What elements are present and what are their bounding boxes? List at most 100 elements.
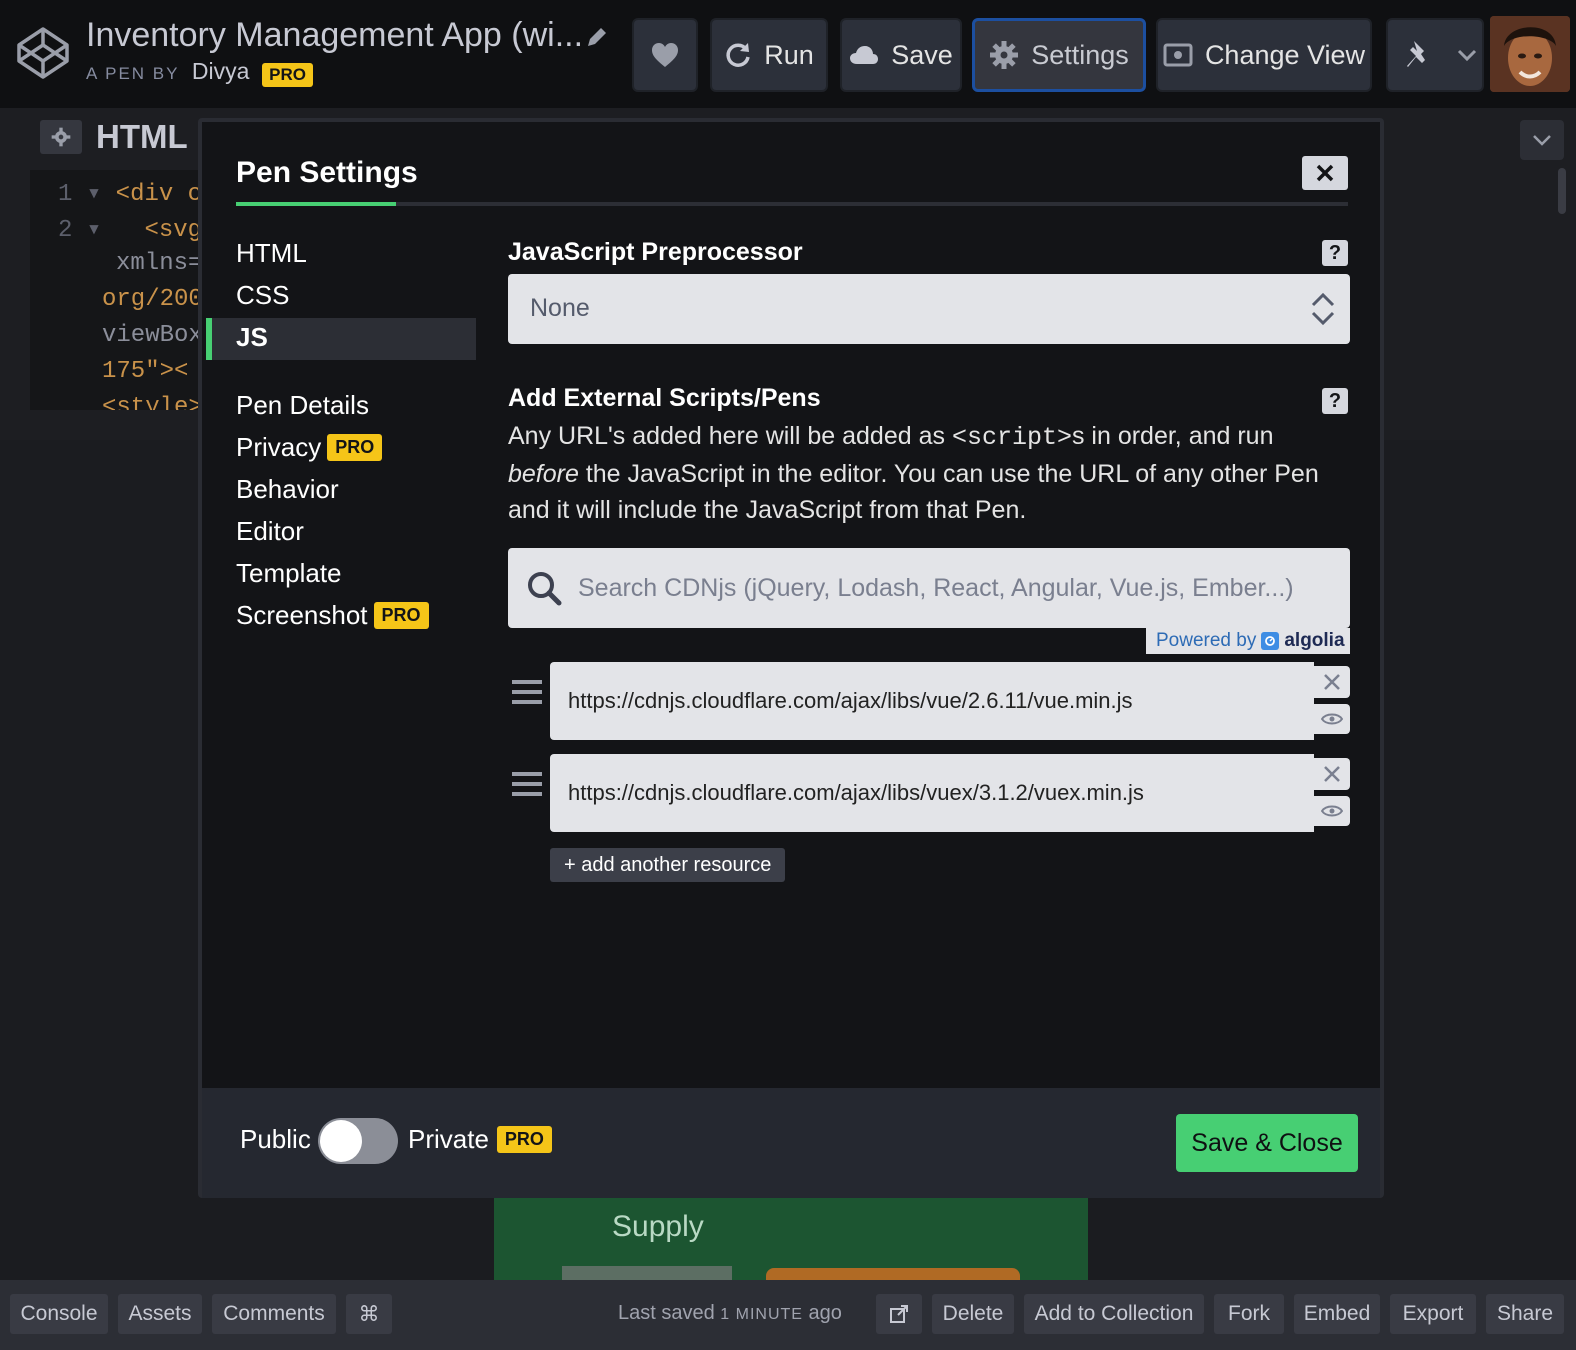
comments-button[interactable]: Comments xyxy=(212,1294,336,1334)
export-button[interactable]: Export xyxy=(1390,1294,1476,1334)
change-view-label: Change View xyxy=(1204,39,1366,70)
nav-item-label: JS xyxy=(236,322,268,352)
settings-button[interactable]: Settings xyxy=(972,18,1146,92)
nav-item-privacy[interactable]: Privacy PRO xyxy=(236,432,383,463)
resource-url-input[interactable]: https://cdnjs.cloudflare.com/ajax/libs/v… xyxy=(550,754,1314,832)
close-modal-button[interactable] xyxy=(1302,156,1348,190)
nav-item-editor[interactable]: Editor xyxy=(236,516,304,547)
run-label: Run xyxy=(764,39,814,70)
author-pro-badge: PRO xyxy=(262,62,314,87)
code-line: 175">< xyxy=(102,358,189,385)
algolia-logo-icon xyxy=(1261,632,1280,650)
pen-title[interactable]: Inventory Management App (wi... xyxy=(86,16,583,55)
love-button[interactable] xyxy=(632,18,698,92)
run-button[interactable]: Run xyxy=(710,18,828,92)
view-resource-button[interactable] xyxy=(1314,704,1350,734)
modal-title: Pen Settings xyxy=(236,156,418,189)
nav-item-label: HTML xyxy=(236,238,307,268)
eye-icon xyxy=(1321,805,1343,817)
pro-badge: PRO xyxy=(496,1126,552,1153)
code-line: <style> xyxy=(102,394,203,410)
nav-item-css[interactable]: CSS xyxy=(236,280,289,311)
nav-item-label: Template xyxy=(236,558,342,588)
resource-url-input[interactable]: https://cdnjs.cloudflare.com/ajax/libs/v… xyxy=(550,662,1314,740)
keyboard-shortcuts-button[interactable]: ⌘ xyxy=(346,1294,392,1334)
avatar-portrait-icon xyxy=(1490,16,1570,92)
drag-handle-icon[interactable] xyxy=(512,678,542,706)
privacy-toggle[interactable] xyxy=(318,1118,398,1164)
nav-item-screenshot[interactable]: Screenshot PRO xyxy=(236,600,429,631)
private-label-group: Private PRO xyxy=(408,1124,552,1155)
js-preprocessor-select[interactable]: None xyxy=(508,274,1350,344)
nav-item-template[interactable]: Template xyxy=(236,558,342,589)
code-area[interactable]: 1 ▾ <div cl 2 ▾ <svg xmlns= org/200 view… xyxy=(30,170,210,410)
pin-button[interactable] xyxy=(1386,18,1484,92)
code-line: 1 ▾ <div cl xyxy=(58,181,210,208)
nav-item-label: Privacy xyxy=(236,432,322,462)
private-label: Private xyxy=(408,1124,489,1154)
external-scripts-title: Add External Scripts/Pens xyxy=(508,384,821,412)
code-line: org/200 xyxy=(102,286,203,313)
view-resource-button[interactable] xyxy=(1314,796,1350,826)
external-scripts-help-icon[interactable]: ? xyxy=(1322,388,1348,414)
editor-settings-button[interactable] xyxy=(40,120,82,154)
chevron-down-icon[interactable] xyxy=(1456,48,1478,62)
user-avatar[interactable] xyxy=(1490,16,1570,92)
title-divider xyxy=(236,202,1348,206)
author-name[interactable]: Divya xyxy=(192,58,250,84)
algolia-brand-label: algolia xyxy=(1284,630,1345,651)
change-view-button[interactable]: Change View xyxy=(1156,18,1372,92)
nav-item-label: Screenshot xyxy=(236,600,368,630)
share-button[interactable]: Share xyxy=(1486,1294,1564,1334)
open-external-button[interactable] xyxy=(876,1294,922,1334)
remove-resource-button[interactable] xyxy=(1314,758,1350,790)
pen-settings-modal: Pen Settings HTML CSS JS Pen Details Pri… xyxy=(198,118,1384,1198)
powered-by-label: Powered by xyxy=(1156,630,1257,651)
js-preprocessor-help-icon[interactable]: ? xyxy=(1322,240,1348,266)
close-icon xyxy=(1324,674,1340,690)
resource-actions xyxy=(1314,666,1350,736)
layout-icon xyxy=(1163,43,1193,67)
refresh-icon xyxy=(726,43,750,67)
save-button[interactable]: Save xyxy=(840,18,962,92)
console-button[interactable]: Console xyxy=(10,1294,108,1334)
public-label: Public xyxy=(240,1124,311,1154)
eye-icon xyxy=(1321,713,1343,725)
algolia-attribution[interactable]: Powered by algolia xyxy=(1146,628,1350,654)
nav-item-html[interactable]: HTML xyxy=(236,238,307,269)
codepen-logo-icon[interactable] xyxy=(14,24,72,82)
fork-button[interactable]: Fork xyxy=(1214,1294,1284,1334)
add-resource-button[interactable]: + add another resource xyxy=(550,848,786,882)
cdnjs-search-box xyxy=(508,548,1350,628)
pencil-icon[interactable] xyxy=(584,24,610,50)
nav-item-js[interactable]: JS xyxy=(236,322,268,353)
remove-resource-button[interactable] xyxy=(1314,666,1350,698)
cdnjs-search-input[interactable] xyxy=(578,566,1330,610)
html-editor-tab[interactable]: HTML xyxy=(40,118,188,156)
cloud-icon xyxy=(850,46,879,64)
toggle-knob xyxy=(320,1120,362,1162)
js-preprocessor-title: JavaScript Preprocessor xyxy=(508,238,803,266)
byline: A PEN BY Divya PRO xyxy=(86,58,314,87)
select-arrows-icon xyxy=(1311,292,1335,326)
embed-button[interactable]: Embed xyxy=(1294,1294,1380,1334)
editor-scrollbar[interactable] xyxy=(1558,168,1566,214)
nav-item-pen-details[interactable]: Pen Details xyxy=(236,390,369,421)
save-close-button[interactable]: Save & Close xyxy=(1176,1114,1358,1172)
pro-badge: PRO xyxy=(373,602,429,629)
nav-item-label: Editor xyxy=(236,516,304,546)
external-scripts-description: Any URL's added here will be added as <s… xyxy=(508,422,1319,524)
nav-item-behavior[interactable]: Behavior xyxy=(236,474,339,505)
close-icon xyxy=(1316,164,1334,182)
delete-button[interactable]: Delete xyxy=(932,1294,1014,1334)
editor-collapse-button[interactable] xyxy=(1520,120,1564,160)
code-line: viewBox xyxy=(102,322,203,349)
assets-button[interactable]: Assets xyxy=(118,1294,202,1334)
add-to-collection-button[interactable]: Add to Collection xyxy=(1024,1294,1204,1334)
drag-handle-icon[interactable] xyxy=(512,770,542,798)
resource-url-value: https://cdnjs.cloudflare.com/ajax/libs/v… xyxy=(568,688,1133,713)
nav-item-label: Pen Details xyxy=(236,390,369,420)
bottom-bar: Console Assets Comments ⌘ Last saved 1 M… xyxy=(0,1280,1576,1350)
gear-icon xyxy=(51,127,71,147)
resource-actions xyxy=(1314,758,1350,828)
